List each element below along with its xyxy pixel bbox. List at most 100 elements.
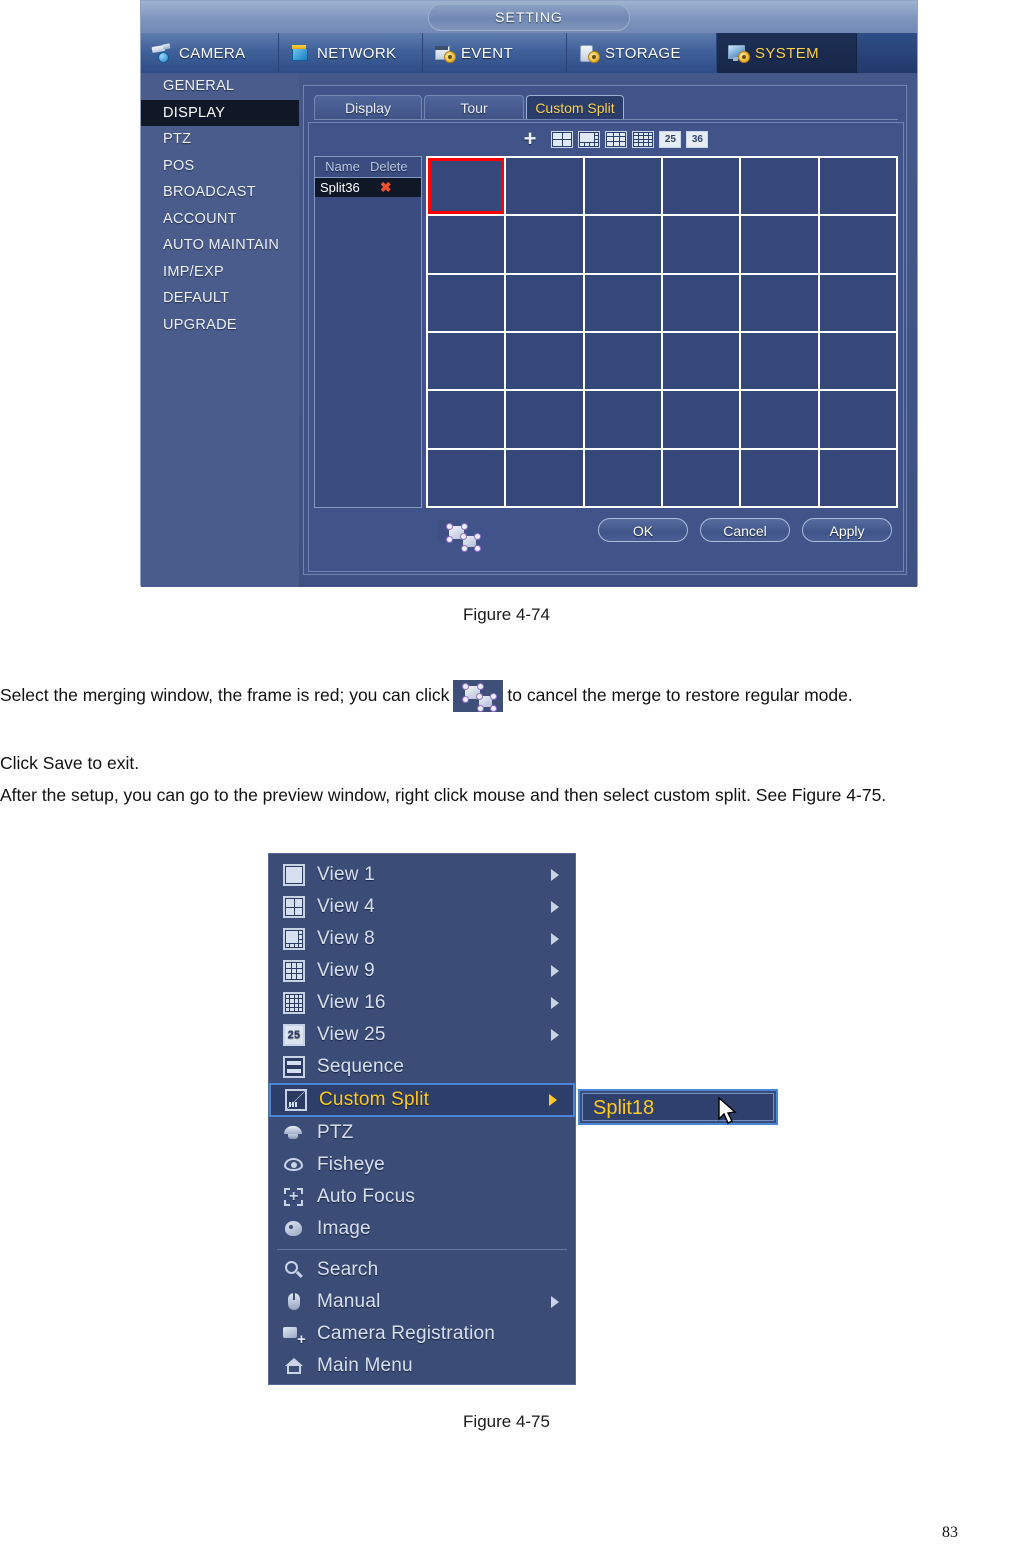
tab-camera[interactable]: CAMERA bbox=[141, 33, 279, 73]
sidebar-item-ptz[interactable]: PTZ bbox=[141, 126, 299, 153]
menu-item-view-9-label: View 9 bbox=[317, 960, 375, 981]
ok-button[interactable]: OK bbox=[598, 518, 688, 542]
split-cell[interactable] bbox=[663, 391, 740, 448]
tab-system[interactable]: SYSTEM bbox=[717, 33, 857, 73]
split-8-icon[interactable] bbox=[578, 130, 601, 148]
apply-button[interactable]: Apply bbox=[802, 518, 892, 542]
split-cell[interactable] bbox=[663, 449, 740, 506]
delete-icon[interactable]: ✖ bbox=[370, 178, 421, 197]
table-row[interactable]: Split36 ✖ bbox=[315, 178, 421, 197]
menu-item-view-1[interactable]: View 1 bbox=[269, 859, 575, 891]
split-cell[interactable] bbox=[819, 449, 896, 506]
split-cell[interactable] bbox=[428, 332, 505, 390]
chevron-right-icon bbox=[551, 869, 559, 881]
split-cell[interactable] bbox=[428, 391, 505, 448]
menu-item-auto-focus[interactable]: Auto Focus bbox=[269, 1181, 575, 1213]
split-cell[interactable] bbox=[663, 216, 740, 273]
sidebar-item-account[interactable]: ACCOUNT bbox=[141, 206, 299, 233]
menu-item-custom-split[interactable]: Custom Split bbox=[269, 1083, 575, 1117]
split-cell[interactable] bbox=[584, 216, 661, 273]
add-split-button[interactable]: + bbox=[524, 128, 537, 150]
split-cell[interactable] bbox=[741, 274, 818, 331]
split-36-icon[interactable]: 36 bbox=[686, 130, 709, 148]
split-cell[interactable] bbox=[584, 158, 661, 215]
tab-custom-split[interactable]: Custom Split bbox=[526, 95, 624, 120]
merge-windows-icon[interactable] bbox=[437, 520, 481, 552]
split-cell[interactable] bbox=[663, 274, 740, 331]
split-cell[interactable] bbox=[663, 332, 740, 390]
split-cell[interactable] bbox=[741, 158, 818, 215]
split-cell[interactable] bbox=[428, 216, 505, 273]
sidebar-item-general[interactable]: GENERAL bbox=[141, 73, 299, 100]
split-cell[interactable] bbox=[819, 332, 896, 390]
split-cell[interactable] bbox=[506, 158, 583, 215]
menu-item-image[interactable]: Image bbox=[269, 1213, 575, 1245]
sidebar-item-display[interactable]: DISPLAY bbox=[141, 99, 299, 126]
split-cell[interactable] bbox=[741, 332, 818, 390]
split-cell[interactable] bbox=[506, 449, 583, 506]
split-9-icon[interactable] bbox=[605, 130, 628, 148]
split-cell[interactable] bbox=[428, 449, 505, 506]
split-cell[interactable] bbox=[741, 216, 818, 273]
camera-icon bbox=[151, 43, 173, 63]
sidebar-item-pos[interactable]: POS bbox=[141, 153, 299, 180]
menu-item-main-menu[interactable]: Main Menu bbox=[269, 1350, 575, 1382]
sidebar-item-auto-maintain[interactable]: AUTO MAINTAIN bbox=[141, 232, 299, 259]
split-cell[interactable] bbox=[428, 274, 505, 331]
split-cell[interactable] bbox=[506, 274, 583, 331]
menu-item-camera-registration[interactable]: Camera Registration bbox=[269, 1318, 575, 1350]
menu-item-fisheye[interactable]: Fisheye bbox=[269, 1149, 575, 1181]
split-cell[interactable] bbox=[506, 216, 583, 273]
menu-item-view-4[interactable]: View 4 bbox=[269, 891, 575, 923]
menu-item-manual[interactable]: Manual bbox=[269, 1286, 575, 1318]
paragraph-1: Select the merging window, the frame is … bbox=[0, 680, 1013, 712]
sidebar-item-upgrade[interactable]: UPGRADE bbox=[141, 312, 299, 339]
sequence-icon bbox=[283, 1056, 305, 1078]
split-4-icon[interactable] bbox=[551, 130, 574, 148]
split-25-icon[interactable]: 25 bbox=[659, 130, 682, 148]
paragraph-3: After the setup, you can go to the previ… bbox=[0, 785, 887, 805]
menu-item-view-16[interactable]: View 16 bbox=[269, 987, 575, 1019]
sidebar-item-default[interactable]: DEFAULT bbox=[141, 285, 299, 312]
split-cell[interactable] bbox=[819, 391, 896, 448]
split-cell[interactable] bbox=[819, 216, 896, 273]
menu-item-search[interactable]: Search bbox=[269, 1254, 575, 1286]
tab-storage[interactable]: STORAGE bbox=[567, 33, 717, 73]
sub-tab-underline bbox=[314, 119, 898, 120]
sidebar-item-broadcast[interactable]: BROADCAST bbox=[141, 179, 299, 206]
split-cell[interactable] bbox=[663, 158, 740, 215]
tab-tour[interactable]: Tour bbox=[424, 95, 524, 120]
menu-item-view-9[interactable]: View 9 bbox=[269, 955, 575, 987]
ptz-icon bbox=[283, 1122, 305, 1144]
sidebar-item-imp-exp[interactable]: IMP/EXP bbox=[141, 259, 299, 286]
submenu-item-split18[interactable]: Split18 bbox=[582, 1093, 774, 1121]
menu-item-view-1-label: View 1 bbox=[317, 864, 375, 885]
content-panel: Display Tour Custom Split + 25 36 Name D… bbox=[303, 85, 907, 575]
split-cell[interactable] bbox=[584, 274, 661, 331]
split-cell[interactable] bbox=[819, 274, 896, 331]
split-layout-grid[interactable] bbox=[426, 156, 898, 508]
split-cell[interactable] bbox=[584, 391, 661, 448]
menu-item-ptz[interactable]: PTZ bbox=[269, 1117, 575, 1149]
sub-tab-bar: Display Tour Custom Split bbox=[314, 94, 898, 120]
chevron-right-icon bbox=[549, 1094, 557, 1106]
split-16-icon[interactable] bbox=[632, 130, 655, 148]
auto-focus-icon bbox=[283, 1186, 305, 1208]
split-cell[interactable] bbox=[819, 158, 896, 215]
menu-item-sequence[interactable]: Sequence bbox=[269, 1051, 575, 1083]
custom-split-icon bbox=[285, 1089, 307, 1111]
split-cell[interactable] bbox=[741, 391, 818, 448]
tab-network[interactable]: NETWORK bbox=[279, 33, 423, 73]
tab-event[interactable]: EVENT bbox=[423, 33, 567, 73]
tab-display[interactable]: Display bbox=[314, 95, 422, 120]
split-cell[interactable] bbox=[584, 332, 661, 390]
split-cell[interactable] bbox=[584, 449, 661, 506]
split-cell[interactable] bbox=[506, 332, 583, 390]
menu-item-view-25[interactable]: 25 View 25 bbox=[269, 1019, 575, 1051]
menu-item-view-8[interactable]: View 8 bbox=[269, 923, 575, 955]
split-cell[interactable] bbox=[506, 391, 583, 448]
column-header-delete: Delete bbox=[369, 159, 408, 174]
cancel-button[interactable]: Cancel bbox=[700, 518, 790, 542]
split-cell[interactable] bbox=[741, 449, 818, 506]
split-cell[interactable] bbox=[428, 158, 505, 215]
